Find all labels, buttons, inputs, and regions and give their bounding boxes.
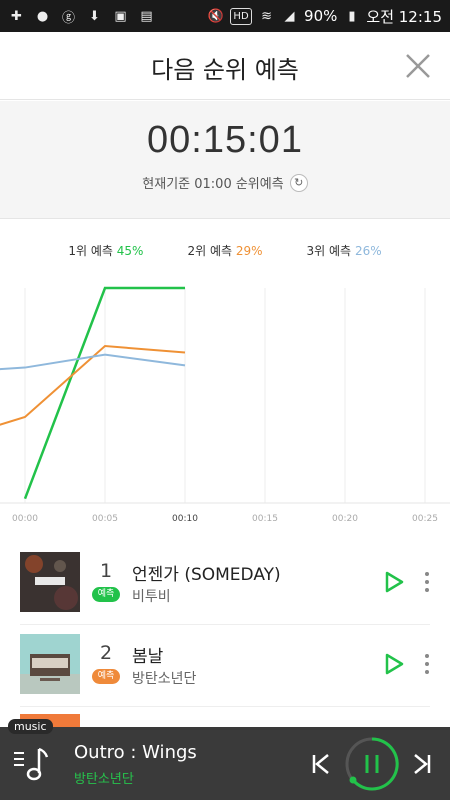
- previous-icon[interactable]: [311, 753, 331, 775]
- battery-text: 90%: [304, 7, 338, 25]
- playlist-music-icon[interactable]: [12, 745, 50, 783]
- legend-pct: 26%: [354, 244, 382, 258]
- song-title: 언젠가 (SOMEDAY): [132, 565, 281, 585]
- hd-icon: HD: [230, 7, 253, 25]
- song-title: 봄날: [132, 647, 164, 667]
- battery-icon: ▮: [348, 8, 356, 24]
- status-bar: ✚ ● ⓖ ⬇ ▣ ▤ 🔇 HD ≋ ◢ 90% ▮ 오전 12:15: [0, 0, 450, 32]
- album-cover: [20, 634, 80, 694]
- music-tag: music: [8, 719, 53, 734]
- legend-label: 1위 예측: [68, 244, 113, 258]
- mute-icon: 🔇: [207, 8, 224, 24]
- play-icon[interactable]: [384, 653, 404, 675]
- line-chart: 00:00 00:05 00:10 00:15 00:20 00:25: [0, 286, 450, 524]
- prediction-chart: 00:00 00:05 00:10 00:15 00:20 00:25: [0, 275, 450, 530]
- pause-icon[interactable]: [344, 736, 400, 792]
- list-item[interactable]: 1 예측 언젠가 (SOMEDAY) 비투비: [0, 544, 450, 624]
- prediction-badge: 예측: [92, 587, 120, 602]
- now-playing-title: Outro : Wings: [74, 742, 197, 763]
- close-icon[interactable]: [404, 52, 432, 80]
- artist-name: 비투비: [132, 589, 171, 605]
- basis-text: 현재기준 01:00 순위예측: [142, 177, 284, 192]
- data-icon: ▤: [140, 8, 153, 24]
- image-icon: ▣: [114, 8, 127, 24]
- x-tick-label: 00:00: [12, 514, 38, 524]
- prediction-badge: 예측: [92, 669, 120, 684]
- g-icon: ⓖ: [61, 10, 75, 26]
- series-line: [0, 353, 186, 371]
- chart-legend: 1위 예측 45% 2위 예측 29% 3위 예측 26%: [0, 242, 450, 259]
- refresh-icon[interactable]: ↻: [289, 173, 308, 192]
- legend-label: 3위 예측: [306, 244, 352, 258]
- x-tick-label: 00:20: [332, 514, 358, 524]
- x-tick-label: 00:05: [92, 514, 118, 524]
- more-icon[interactable]: [423, 571, 431, 593]
- legend-item-2: 2위 예측 29%: [187, 242, 262, 259]
- mini-player[interactable]: music Outro : Wings 방탄소년단: [0, 719, 450, 800]
- rank-number: 1: [99, 560, 113, 582]
- page-title: 다음 순위 예측: [151, 56, 299, 84]
- play-icon[interactable]: [384, 571, 404, 593]
- x-tick-label: 00:15: [252, 514, 278, 524]
- signal-icon: ◢: [284, 8, 295, 24]
- artist-name: 방탄소년단: [132, 671, 197, 687]
- messenger-icon: ●: [36, 8, 49, 24]
- series-line: [0, 345, 186, 426]
- legend-item-3: 3위 예측 26%: [307, 242, 382, 259]
- now-playing-artist: 방탄소년단: [74, 772, 134, 787]
- prediction-basis: 현재기준 01:00 순위예측 ↻: [0, 173, 450, 192]
- legend-pct: 45%: [116, 244, 144, 258]
- clock: 오전 12:15: [366, 7, 442, 26]
- x-tick-label: 00:25: [412, 514, 438, 524]
- plus-icon: ✚: [11, 8, 22, 24]
- legend-item-1: 1위 예측 45%: [68, 242, 143, 259]
- divider: [20, 624, 430, 625]
- status-icons-left: ✚ ● ⓖ ⬇ ▣ ▤: [8, 8, 155, 26]
- rank-number: 2: [99, 642, 113, 664]
- list-item[interactable]: 2 예측 봄날 방탄소년단: [0, 626, 450, 706]
- album-cover: [20, 552, 80, 612]
- legend-pct: 29%: [235, 244, 263, 258]
- wifi-icon: ≋: [261, 8, 272, 24]
- more-icon[interactable]: [423, 653, 431, 675]
- divider: [20, 706, 430, 707]
- next-icon[interactable]: [412, 753, 432, 775]
- legend-label: 2위 예측: [187, 244, 233, 258]
- countdown-timer: 00:15:01: [147, 119, 303, 161]
- timer-panel: 00:15:01 현재기준 01:00 순위예측 ↻: [0, 101, 450, 219]
- download-icon: ⬇: [89, 8, 100, 24]
- x-tick-label: 00:10: [172, 514, 198, 524]
- header: 다음 순위 예측: [0, 32, 450, 100]
